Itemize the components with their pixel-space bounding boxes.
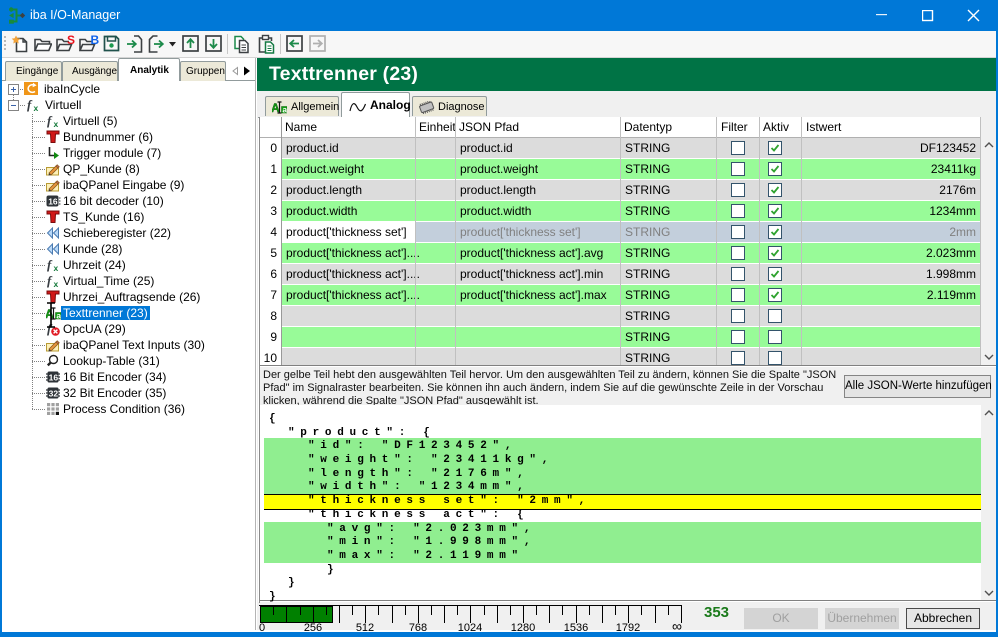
- svg-text:B: B: [91, 35, 100, 47]
- svg-text:S: S: [67, 35, 75, 47]
